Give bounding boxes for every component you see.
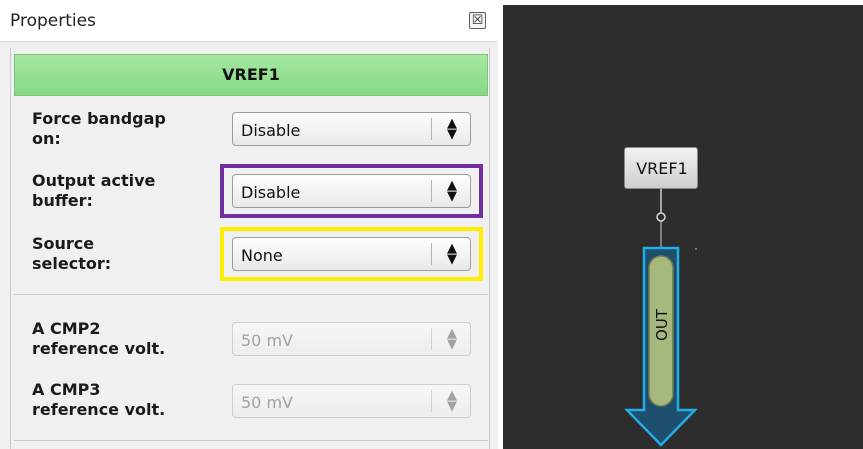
vref-node-label: VREF1 xyxy=(636,159,688,178)
canvas-graphics xyxy=(624,189,698,447)
select-separator xyxy=(431,243,432,265)
label-line: selector: xyxy=(32,254,112,273)
force-bandgap-label: Force bandgap on: xyxy=(32,109,166,149)
section-divider xyxy=(14,294,488,295)
properties-titlebar: Properties ☒ xyxy=(0,0,498,42)
select-value: 50 mV xyxy=(241,393,293,412)
properties-panel: Properties ☒ VREF1 Force bandgap on: Dis… xyxy=(0,0,498,449)
select-separator xyxy=(431,328,432,350)
acmp2-reference-select[interactable]: 50 mV ▲ ▼ xyxy=(232,322,471,356)
force-bandgap-select[interactable]: Disable ▲ ▼ xyxy=(232,112,471,146)
acmp3-reference-label: A CMP3 reference volt. xyxy=(32,380,165,420)
select-value: Disable xyxy=(241,183,301,202)
updown-arrows-icon: ▲ ▼ xyxy=(447,388,457,414)
updown-arrows-icon: ▲ ▼ xyxy=(447,178,457,204)
component-header: VREF1 xyxy=(14,54,488,96)
acmp3-reference-select[interactable]: 50 mV ▲ ▼ xyxy=(232,384,471,418)
select-separator xyxy=(431,180,432,202)
select-value: None xyxy=(241,246,283,265)
properties-body: VREF1 Force bandgap on: Disable ▲ ▼ Outpu… xyxy=(10,48,490,449)
label-line: Output active xyxy=(32,171,156,190)
select-separator xyxy=(431,118,432,140)
section-divider xyxy=(14,440,488,441)
updown-arrows-icon: ▲ ▼ xyxy=(447,326,457,352)
select-value: 50 mV xyxy=(241,331,293,350)
source-selector-label: Source selector: xyxy=(32,234,111,274)
label-line: A CMP2 xyxy=(32,319,101,338)
out-pin-label: OUT xyxy=(653,309,671,341)
label-line: reference volt. xyxy=(32,339,166,358)
label-line: Force bandgap xyxy=(32,109,166,128)
panel-title: Properties xyxy=(10,11,96,31)
label-line: Source xyxy=(32,234,95,253)
close-icon[interactable]: ☒ xyxy=(469,12,486,29)
schematic-canvas[interactable]: VREF1 OUT xyxy=(503,5,863,449)
label-line: reference volt. xyxy=(32,400,166,419)
output-active-buffer-select[interactable]: Disable ▲ ▼ xyxy=(232,174,471,208)
output-active-buffer-label: Output active buffer: xyxy=(32,171,155,211)
vref-node[interactable]: VREF1 xyxy=(624,147,698,189)
updown-arrows-icon: ▲ ▼ xyxy=(447,116,457,142)
pin-circle-icon[interactable] xyxy=(656,212,666,222)
acmp2-reference-label: A CMP2 reference volt. xyxy=(32,319,165,359)
source-selector-select[interactable]: None ▲ ▼ xyxy=(232,237,471,271)
select-value: Disable xyxy=(241,121,301,140)
label-line: A CMP3 xyxy=(32,380,101,399)
select-separator xyxy=(431,390,432,412)
label-line: buffer: xyxy=(32,191,93,210)
updown-arrows-icon: ▲ ▼ xyxy=(447,241,457,267)
label-line: on: xyxy=(32,129,61,148)
